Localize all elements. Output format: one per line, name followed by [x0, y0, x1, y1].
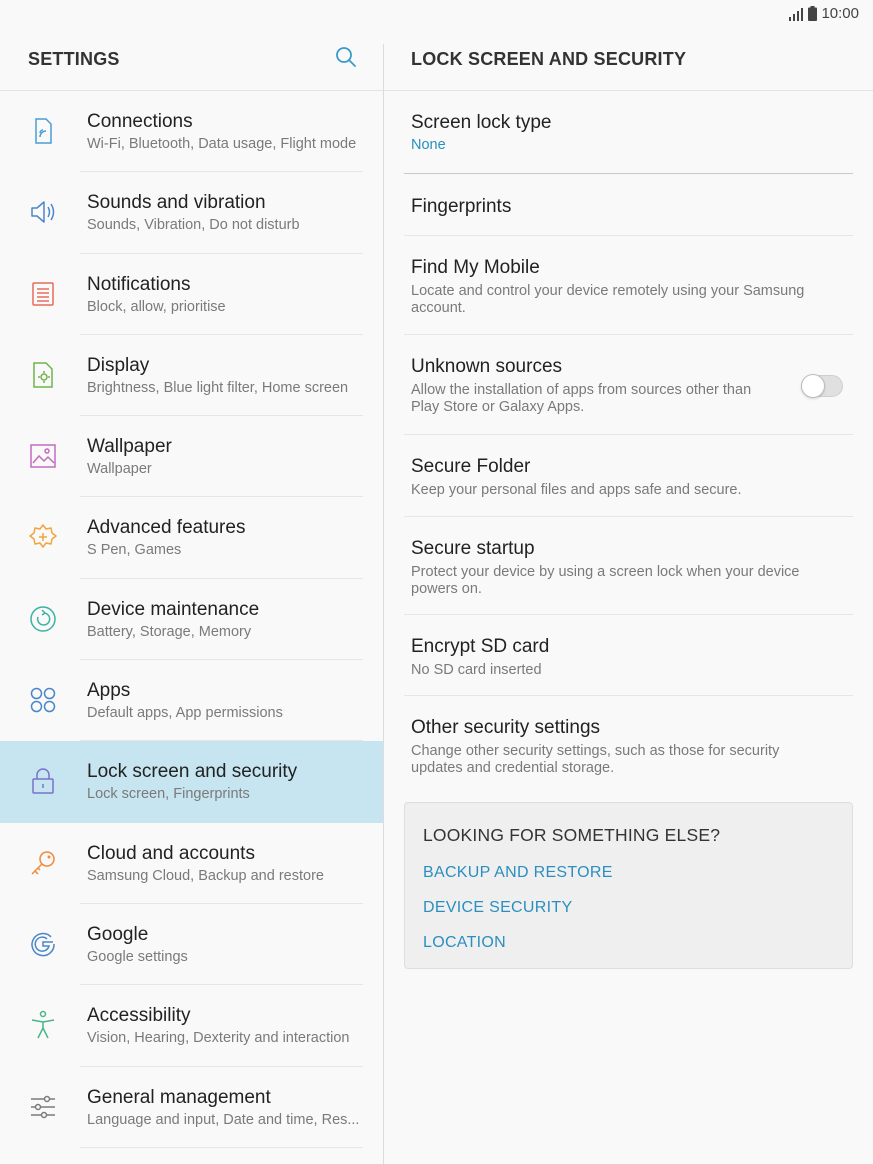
secure-startup-item[interactable]: Secure startup Protect your device by us…	[384, 517, 873, 615]
menu-item-sounds[interactable]: Sounds and vibration Sounds, Vibration, D…	[0, 172, 383, 254]
menu-item-cloud-accounts[interactable]: Cloud and accounts Samsung Cloud, Backup …	[0, 823, 383, 904]
menu-item-title: Connections	[87, 111, 193, 132]
menu-item-subtitle: Vision, Hearing, Dexterity and interacti…	[87, 1030, 350, 1047]
item-subtitle: No SD card inserted	[411, 662, 542, 678]
key-icon	[27, 847, 59, 879]
menu-item-title: Display	[87, 354, 150, 376]
lock-icon	[27, 765, 59, 797]
google-icon	[27, 928, 59, 960]
menu-item-title: Device maintenance	[87, 598, 260, 620]
item-title: Find My Mobile	[411, 257, 540, 278]
menu-item-subtitle: Samsung Cloud, Backup and restore	[87, 867, 324, 884]
menu-item-title: Cloud and accounts	[87, 842, 255, 864]
menu-item-notifications[interactable]: Notifications Block, allow, prioritise	[0, 254, 383, 335]
menu-item-subtitle: Default apps, App permissions	[87, 705, 283, 722]
status-bar: 10:00	[0, 0, 873, 28]
wallpaper-icon	[27, 440, 59, 472]
battery-icon	[808, 6, 818, 21]
other-security-settings-item[interactable]: Other security settings Change other sec…	[384, 696, 873, 796]
menu-item-title: Accessibility	[87, 1005, 191, 1027]
menu-item-subtitle: Language and input, Date and time, Res..…	[87, 1111, 360, 1128]
toggle-knob	[801, 374, 825, 398]
menu-item-google[interactable]: Google Google settings	[0, 904, 383, 986]
apps-icon	[27, 684, 59, 716]
accessibility-icon	[27, 1009, 59, 1041]
detail-title: LOCK SCREEN AND SECURITY	[411, 48, 687, 69]
menu-item-title: General management	[87, 1086, 271, 1108]
speaker-icon	[27, 196, 59, 228]
sliders-icon	[27, 1091, 59, 1123]
item-title: Other security settings	[411, 717, 601, 738]
menu-item-display[interactable]: Display Brightness, Blue light filter, Ho…	[0, 335, 383, 417]
backup-restore-link[interactable]: BACKUP AND RESTORE	[423, 864, 834, 899]
menu-item-subtitle: Sounds, Vibration, Do not disturb	[87, 217, 300, 234]
status-icons: 10:00	[788, 5, 859, 22]
security-options-list: Screen lock type None Fingerprints Find …	[384, 91, 873, 969]
menu-item-subtitle: Battery, Storage, Memory	[87, 623, 252, 640]
menu-item-title: Notifications	[87, 273, 191, 295]
menu-item-device-maintenance[interactable]: Device maintenance Battery, Storage, Memo…	[0, 579, 383, 661]
signal-icon	[788, 7, 804, 21]
menu-item-subtitle: Block, allow, prioritise	[87, 298, 226, 315]
device-maintenance-icon	[27, 603, 59, 635]
item-title: Fingerprints	[411, 196, 512, 217]
detail-header: LOCK SCREEN AND SECURITY	[384, 28, 873, 90]
menu-item-title: Advanced features	[87, 517, 246, 539]
settings-menu-pane: SETTINGS Connections Wi-Fi, Bluetooth, Da…	[0, 28, 383, 1164]
menu-item-subtitle: Brightness, Blue light filter, Home scre…	[87, 379, 349, 396]
looking-for-something-else-card: LOOKING FOR SOMETHING ELSE? BACKUP AND R…	[404, 802, 853, 969]
settings-title: SETTINGS	[28, 48, 120, 69]
status-time: 10:00	[821, 5, 859, 22]
secure-folder-item[interactable]: Secure Folder Keep your personal files a…	[384, 435, 873, 517]
unknown-sources-item[interactable]: Unknown sources Allow the installation o…	[384, 335, 873, 435]
menu-item-subtitle: Lock screen, Fingerprints	[87, 786, 250, 803]
menu-item-title: Sounds and vibration	[87, 192, 266, 214]
menu-item-wallpaper[interactable]: Wallpaper Wallpaper	[0, 416, 383, 498]
menu-item-title: Wallpaper	[87, 436, 172, 458]
advanced-features-icon	[27, 521, 59, 553]
menu-separator	[80, 1146, 363, 1148]
search-icon[interactable]	[335, 46, 357, 73]
menu-item-apps[interactable]: Apps Default apps, App permissions	[0, 660, 383, 742]
menu-item-general-management[interactable]: General management Language and input, Da…	[0, 1067, 383, 1148]
menu-item-lock-screen-security[interactable]: Lock screen and security Lock screen, Fin…	[0, 741, 383, 823]
menu-item-subtitle: Google settings	[87, 948, 188, 965]
looking-title: LOOKING FOR SOMETHING ELSE?	[423, 825, 721, 845]
item-subtitle: Keep your personal files and apps safe a…	[411, 482, 742, 498]
location-link[interactable]: LOCATION	[423, 934, 834, 969]
menu-item-title: Google	[87, 923, 149, 945]
item-title: Encrypt SD card	[411, 636, 550, 657]
lock-screen-security-pane: LOCK SCREEN AND SECURITY Screen lock typ…	[384, 28, 873, 1164]
menu-item-subtitle: Wi-Fi, Bluetooth, Data usage, Flight mod…	[87, 136, 357, 152]
connections-icon	[27, 115, 59, 147]
item-subtitle: Protect your device by using a screen lo…	[411, 564, 800, 597]
item-subtitle: Change other security settings, such as …	[411, 743, 780, 776]
settings-header: SETTINGS	[0, 28, 383, 90]
screen-lock-type-item[interactable]: Screen lock type None	[384, 91, 873, 174]
encrypt-sd-card-item[interactable]: Encrypt SD card No SD card inserted	[384, 615, 873, 696]
unknown-sources-toggle[interactable]	[801, 374, 843, 398]
menu-item-connections[interactable]: Connections Wi-Fi, Bluetooth, Data usage,…	[0, 91, 383, 173]
item-title: Secure Folder	[411, 456, 531, 477]
menu-item-advanced-features[interactable]: Advanced features S Pen, Games	[0, 497, 383, 579]
menu-item-accessibility[interactable]: Accessibility Vision, Hearing, Dexterity …	[0, 985, 383, 1067]
item-subtitle: Allow the installation of apps from sour…	[411, 382, 752, 415]
display-icon	[27, 359, 59, 391]
settings-menu: Connections Wi-Fi, Bluetooth, Data usage,…	[0, 91, 383, 1148]
fingerprints-item[interactable]: Fingerprints	[384, 174, 873, 236]
item-subtitle: Locate and control your device remotely …	[411, 283, 805, 316]
menu-item-subtitle: S Pen, Games	[87, 542, 182, 559]
menu-item-title: Apps	[87, 680, 131, 702]
menu-item-subtitle: Wallpaper	[87, 461, 152, 478]
item-title: Screen lock type	[411, 112, 552, 133]
device-security-link[interactable]: DEVICE SECURITY	[423, 899, 834, 934]
find-my-mobile-item[interactable]: Find My Mobile Locate and control your d…	[384, 236, 873, 335]
menu-item-title: Lock screen and security	[87, 761, 298, 783]
notifications-icon	[27, 278, 59, 310]
item-value: None	[411, 137, 446, 153]
item-title: Unknown sources	[411, 356, 563, 377]
item-title: Secure startup	[411, 538, 535, 559]
